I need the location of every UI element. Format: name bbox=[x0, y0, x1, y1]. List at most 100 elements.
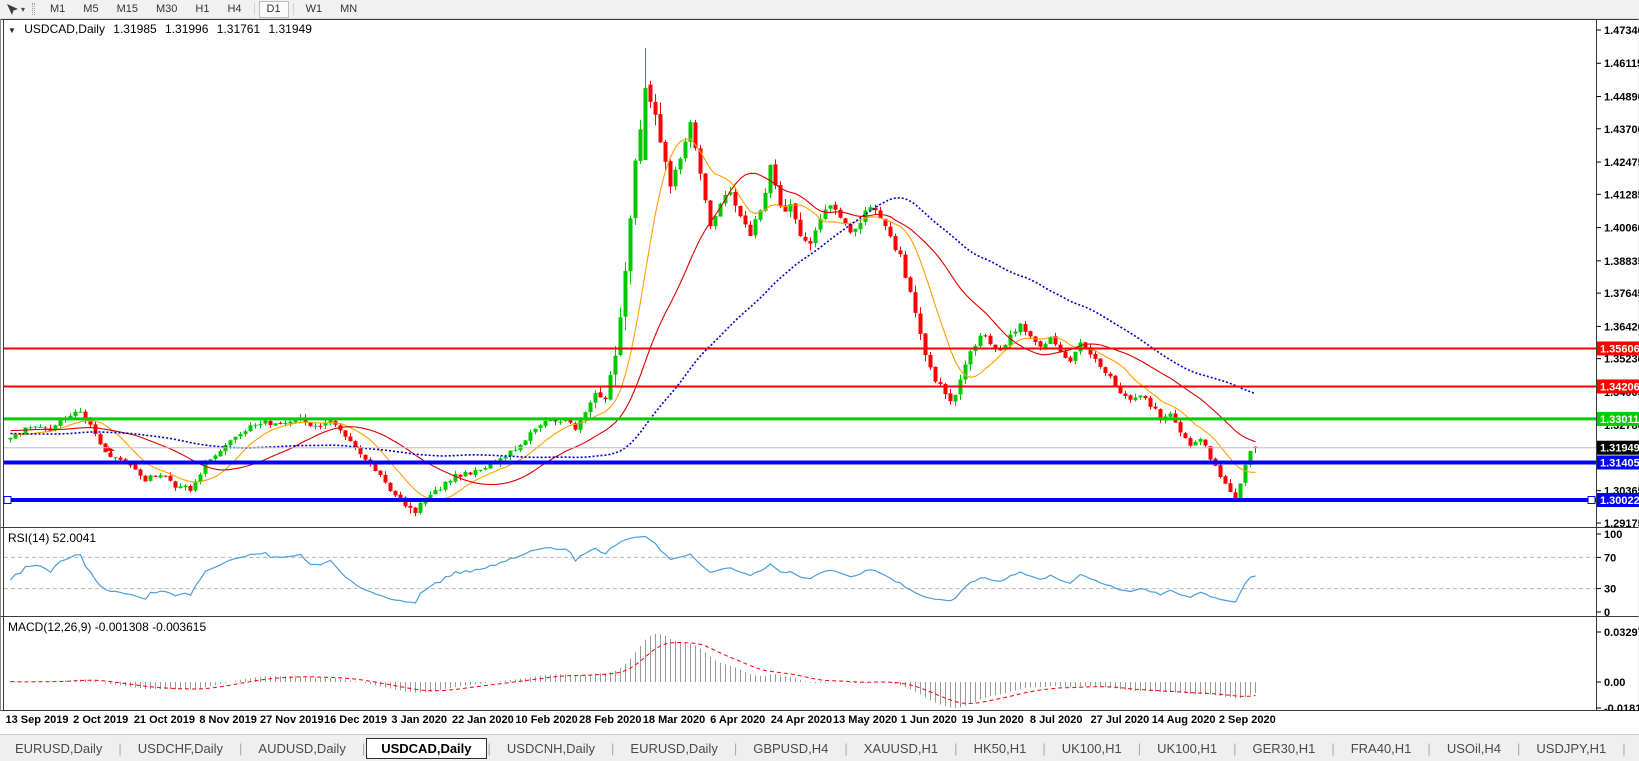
candle-body bbox=[589, 403, 593, 413]
candle-body bbox=[294, 420, 298, 422]
chart-tab-eurusd-daily[interactable]: EURUSD,Daily bbox=[0, 738, 117, 759]
candle-body bbox=[1199, 439, 1203, 442]
candle-body bbox=[1094, 354, 1098, 359]
price-low: 1.31761 bbox=[217, 22, 260, 36]
price-axis-label: 1.46115 bbox=[1604, 58, 1639, 70]
date-axis-label: 27 Nov 2019 bbox=[260, 714, 324, 726]
price-axis-label: 1.47340 bbox=[1604, 25, 1639, 37]
candle-body bbox=[1244, 465, 1248, 483]
chart-tab-hk50-h1[interactable]: HK50,H1 bbox=[959, 738, 1042, 759]
date-axis-label: 3 Jan 2020 bbox=[391, 714, 447, 726]
candle-body bbox=[1064, 351, 1068, 357]
tab-separator: | bbox=[118, 741, 121, 756]
candle-body bbox=[29, 427, 33, 428]
candle-body bbox=[614, 356, 618, 375]
candle-body bbox=[399, 495, 403, 498]
chart-tab-usdcnh-daily[interactable]: USDCNH,Daily bbox=[492, 738, 610, 759]
chart-title: ▼ USDCAD,Daily 1.31985 1.31996 1.31761 1… bbox=[8, 22, 317, 36]
chart-tab-gbpusd-h4[interactable]: GBPUSD,H4 bbox=[738, 738, 843, 759]
candle-body bbox=[1139, 395, 1143, 397]
price-axis-label: 1.44890 bbox=[1604, 91, 1639, 103]
chart-tab-eurusd-daily[interactable]: EURUSD,Daily bbox=[615, 738, 732, 759]
candle-body bbox=[1039, 341, 1043, 346]
candle-body bbox=[444, 482, 448, 490]
chart-tab-xauusd-h1[interactable]: XAUUSD,H1 bbox=[849, 738, 953, 759]
candle-body bbox=[274, 423, 278, 425]
candle-body bbox=[624, 271, 628, 317]
support-line-lower-handle-left[interactable] bbox=[4, 497, 11, 504]
candle-body bbox=[1079, 342, 1083, 351]
candle-body bbox=[319, 426, 323, 427]
candle-body bbox=[529, 432, 533, 441]
candle-body bbox=[474, 470, 478, 475]
chart-tab-uk100-h1[interactable]: UK100,H1 bbox=[1047, 738, 1137, 759]
date-axis-label: 2 Oct 2019 bbox=[73, 714, 128, 726]
candle-body bbox=[234, 437, 238, 440]
rsi-axis-label: 0 bbox=[1604, 607, 1610, 619]
date-axis-label: 28 Feb 2020 bbox=[579, 714, 641, 726]
support-line-upper-badge-text: 1.31405 bbox=[1600, 457, 1639, 469]
candle-body bbox=[1219, 465, 1223, 477]
candle-body bbox=[669, 161, 673, 187]
candle-body bbox=[249, 425, 253, 431]
candle-body bbox=[119, 458, 123, 460]
chart-tab-ger30-h1[interactable]: GER30,H1 bbox=[1237, 738, 1330, 759]
candle-body bbox=[419, 503, 423, 513]
chart-tab-audusd-daily[interactable]: AUDUSD,Daily bbox=[243, 738, 360, 759]
candle-body bbox=[549, 420, 553, 421]
candle-body bbox=[289, 422, 293, 424]
tab-separator: | bbox=[611, 741, 614, 756]
candle-body bbox=[344, 430, 348, 436]
candle-body bbox=[1144, 396, 1148, 398]
candle-body bbox=[829, 205, 833, 208]
candle-body bbox=[1154, 407, 1158, 409]
chart-tab-usdcad-daily[interactable]: USDCAD,Daily bbox=[366, 738, 486, 759]
candle-body bbox=[264, 420, 268, 423]
chart-tab-usoil-h4[interactable]: USOil,H4 bbox=[1432, 738, 1516, 759]
candle-body bbox=[579, 419, 583, 430]
candle-body bbox=[99, 434, 103, 444]
candle-body bbox=[1204, 440, 1208, 446]
candle-body bbox=[919, 314, 923, 334]
tab-separator: | bbox=[734, 741, 737, 756]
chart-tab-dj30-daily[interactable]: DJ30,Daily bbox=[1627, 738, 1639, 759]
candle-body bbox=[629, 218, 633, 271]
candle-body bbox=[954, 395, 958, 402]
chart-tab-uk100-h1[interactable]: UK100,H1 bbox=[1142, 738, 1232, 759]
candle-body bbox=[824, 209, 828, 218]
candle-body bbox=[569, 420, 573, 422]
support-line-lower-badge-text: 1.30022 bbox=[1600, 495, 1639, 507]
candle-body bbox=[164, 476, 168, 477]
candle-body bbox=[394, 491, 398, 496]
rsi-axis-label: 100 bbox=[1604, 529, 1622, 541]
candle-body bbox=[244, 431, 248, 434]
chart-tab-fra40-h1[interactable]: FRA40,H1 bbox=[1336, 738, 1427, 759]
price-axis-label: 1.41285 bbox=[1604, 189, 1639, 201]
candle-body bbox=[219, 451, 223, 456]
candle-body bbox=[214, 455, 218, 458]
resistance-line-lower-badge-text: 1.34206 bbox=[1600, 381, 1639, 393]
candle-body bbox=[1194, 442, 1198, 446]
candle-body bbox=[1169, 414, 1173, 417]
date-axis-label: 13 Sep 2019 bbox=[6, 714, 69, 726]
symbol-dropdown-icon[interactable]: ▼ bbox=[8, 26, 16, 35]
chart-tab-bar: EURUSD,Daily|USDCHF,Daily|AUDUSD,Daily|U… bbox=[0, 734, 1639, 761]
candle-body bbox=[949, 393, 953, 401]
candle-body bbox=[1019, 324, 1023, 332]
candle-body bbox=[899, 250, 903, 254]
support-line-lower-handle-right[interactable] bbox=[1588, 497, 1595, 504]
chart-tab-usdjpy-h1[interactable]: USDJPY,H1 bbox=[1521, 738, 1621, 759]
candle-body bbox=[1069, 357, 1073, 361]
price-axis-label: 1.42475 bbox=[1604, 157, 1639, 169]
time-axis[interactable]: 13 Sep 20192 Oct 201921 Oct 20198 Nov 20… bbox=[0, 711, 1639, 734]
chart-tab-usdchf-daily[interactable]: USDCHF,Daily bbox=[123, 738, 238, 759]
macd-axis-label: 0.00 bbox=[1604, 677, 1625, 689]
candle-body bbox=[834, 205, 838, 210]
candle-body bbox=[1209, 446, 1213, 459]
candle-body bbox=[809, 241, 813, 244]
price-axis-label: 1.38835 bbox=[1604, 256, 1639, 268]
candle-body bbox=[594, 393, 598, 403]
candle-body bbox=[1114, 376, 1118, 387]
candle-body bbox=[454, 474, 458, 482]
resistance-line-upper-badge-text: 1.35606 bbox=[1600, 343, 1639, 355]
